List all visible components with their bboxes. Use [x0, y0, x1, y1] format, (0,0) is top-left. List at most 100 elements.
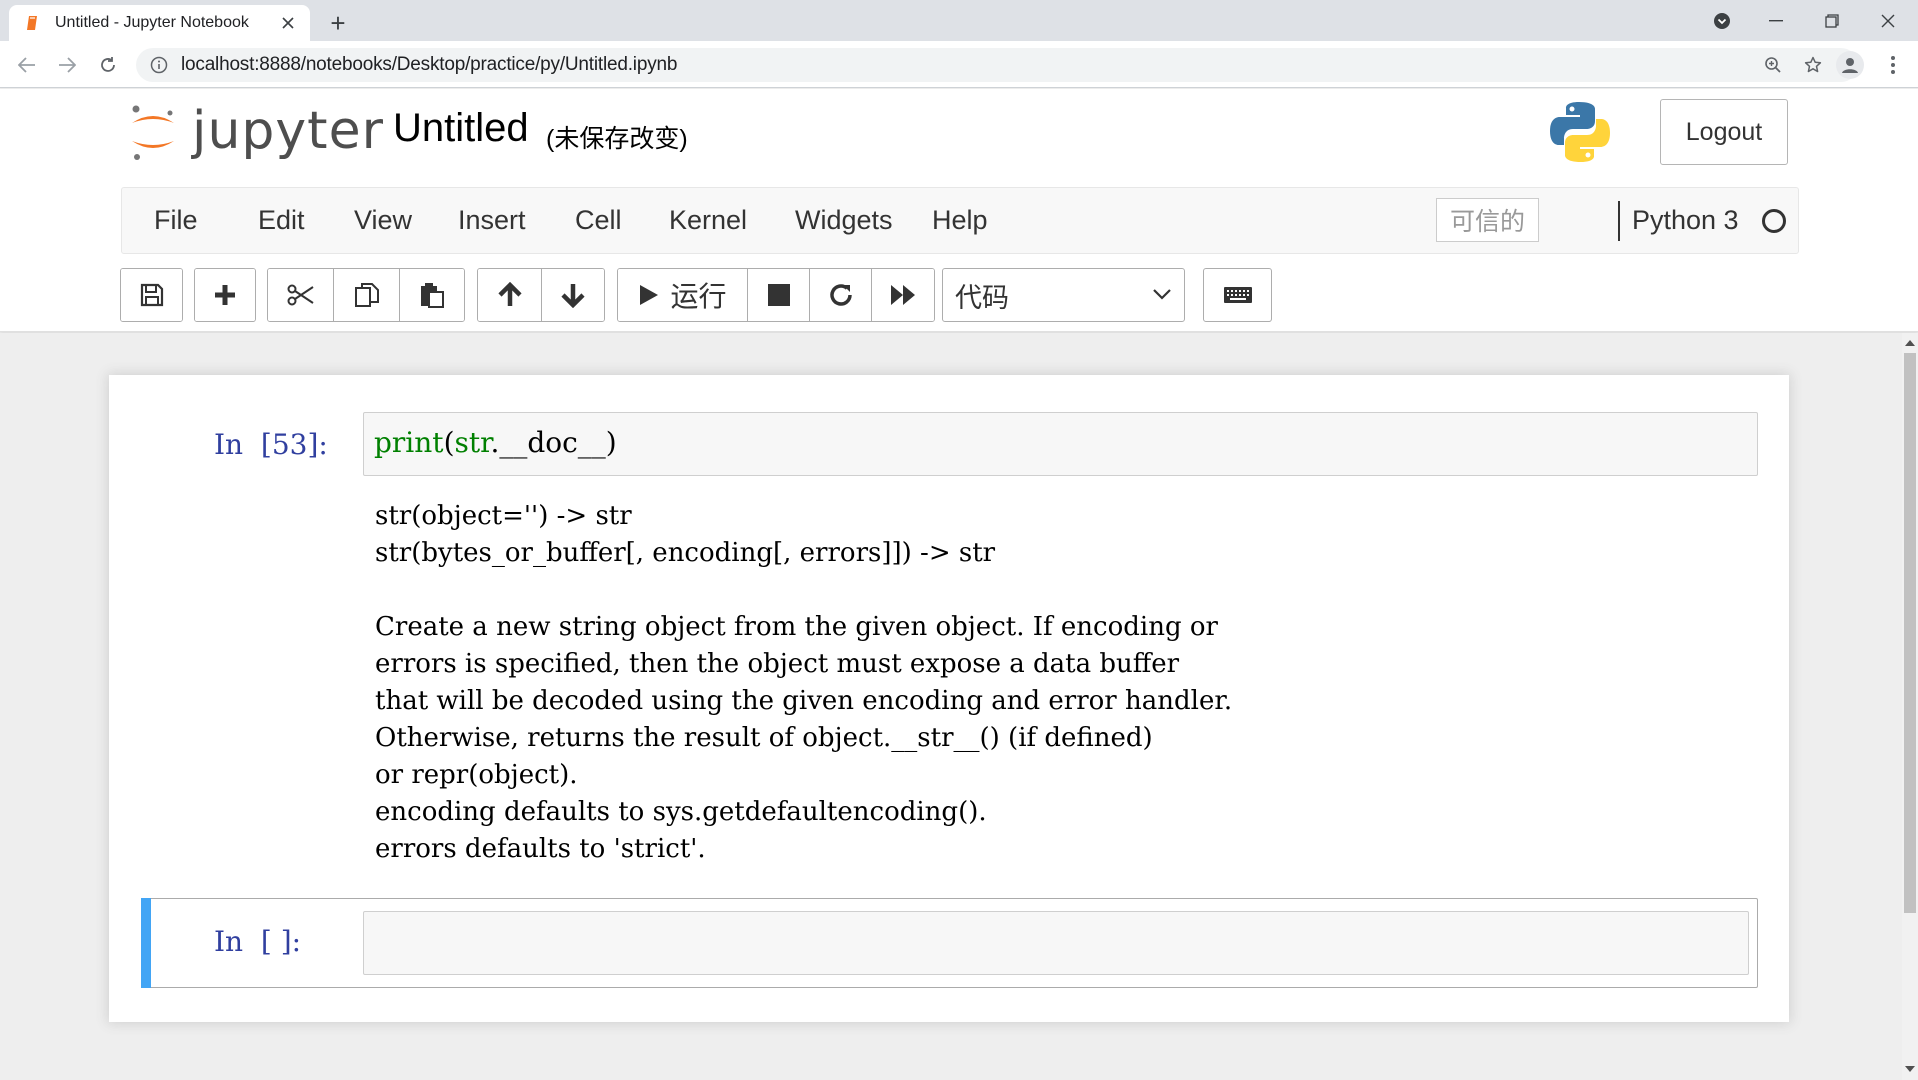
scissors-icon	[287, 284, 314, 306]
code-builtin-print: print	[374, 426, 444, 459]
tab-close-icon[interactable]	[278, 13, 298, 33]
run-all-button[interactable]	[872, 269, 934, 321]
cut-button[interactable]	[268, 269, 334, 321]
cell-type-value: 代码	[955, 282, 1009, 313]
menu-view[interactable]: View	[354, 188, 412, 253]
chevron-down-icon	[1153, 289, 1171, 300]
input-prompt: In [ ]:	[214, 925, 302, 958]
play-icon	[640, 285, 659, 305]
save-status: (未保存改变)	[546, 125, 688, 153]
forward-arrow-icon[interactable]	[52, 50, 82, 80]
interrupt-button[interactable]	[748, 269, 810, 321]
reload-icon[interactable]	[93, 50, 123, 80]
window-close-icon[interactable]	[1866, 0, 1910, 41]
output-line: Create a new string object from the give…	[375, 612, 1218, 642]
python-logo-icon	[1550, 102, 1610, 162]
browser-tab-bar: Untitled - Jupyter Notebook +	[0, 0, 1918, 41]
scroll-up-arrow-icon[interactable]	[1902, 335, 1918, 351]
jupyter-logo[interactable]: jupyter	[128, 101, 384, 161]
menu-cell[interactable]: Cell	[575, 188, 622, 253]
plus-icon	[215, 285, 235, 305]
trusted-indicator[interactable]: 可信的	[1436, 198, 1539, 242]
run-group: 运行	[617, 268, 935, 322]
kernel-idle-indicator-icon	[1762, 209, 1786, 233]
menu-edit[interactable]: Edit	[258, 188, 305, 253]
paste-icon	[421, 283, 444, 308]
copy-button[interactable]	[334, 269, 400, 321]
output-line: errors is specified, then the object mus…	[375, 649, 1180, 679]
code-paren: (	[443, 426, 455, 459]
notebook-toolbar: 运行 代码	[0, 266, 1918, 324]
keyboard-icon	[1223, 287, 1252, 303]
paste-button[interactable]	[400, 269, 464, 321]
menu-help[interactable]: Help	[932, 188, 988, 253]
new-tab-button[interactable]: +	[324, 8, 352, 38]
jupyter-logo-text: jupyter	[192, 101, 384, 161]
fast-forward-icon	[891, 285, 915, 305]
site-info-icon[interactable]	[150, 56, 168, 74]
copy-icon	[354, 283, 379, 307]
jupyter-header: jupyter Untitled (未保存改变) Logout File Edi…	[0, 89, 1918, 332]
scrollbar-thumb[interactable]	[1904, 353, 1916, 913]
move-group	[477, 268, 605, 322]
move-up-button[interactable]	[478, 269, 542, 321]
output-line: encoding defaults to sys.getdefaultencod…	[375, 797, 987, 827]
output-line: str(object='') -> str	[375, 501, 632, 531]
bookmark-star-icon[interactable]	[1796, 48, 1830, 82]
output-line: str(bytes_or_buffer[, encoding[, errors]…	[375, 538, 996, 568]
restart-icon	[829, 284, 852, 306]
code-input[interactable]: print(str.__doc__)	[363, 412, 1758, 476]
notebook-area[interactable]: In [53]: print(str.__doc__) str(object='…	[0, 333, 1902, 1080]
zoom-icon[interactable]	[1756, 48, 1790, 82]
save-group	[120, 268, 183, 322]
jupyter-logo-icon	[132, 105, 174, 160]
output-line: that will be decoded using the given enc…	[375, 686, 1233, 716]
url-omnibox[interactable]: localhost:8888/notebooks/Desktop/practic…	[136, 48, 1858, 82]
menu-kernel[interactable]: Kernel	[669, 188, 747, 253]
browser-menu-icon[interactable]	[1882, 50, 1904, 80]
page-scrollbar[interactable]	[1902, 333, 1918, 1080]
profile-avatar-icon[interactable]	[1836, 51, 1864, 79]
code-text: print(str.__doc__)	[374, 426, 617, 459]
cell-selection-bar	[141, 898, 151, 988]
logout-button[interactable]: Logout	[1660, 99, 1788, 165]
back-arrow-icon[interactable]	[12, 50, 42, 80]
minimize-icon[interactable]	[1754, 0, 1798, 41]
code-rest: .__doc__)	[490, 426, 617, 459]
cell-type-select[interactable]: 代码	[942, 268, 1185, 322]
output-line: errors defaults to 'strict'.	[375, 834, 706, 864]
output-line: Otherwise, returns the result of object.…	[375, 723, 1153, 753]
save-button[interactable]	[121, 269, 182, 321]
edit-group	[267, 268, 465, 322]
stop-icon	[767, 284, 790, 306]
arrow-down-icon	[561, 284, 585, 308]
menu-insert[interactable]: Insert	[458, 188, 526, 253]
run-button[interactable]: 运行	[618, 269, 748, 321]
url-text: localhost:8888/notebooks/Desktop/practic…	[181, 54, 678, 75]
menu-widgets[interactable]: Widgets	[795, 188, 893, 253]
code-builtin-str: str	[454, 426, 491, 459]
insert-cell-button[interactable]	[195, 269, 255, 321]
restore-icon[interactable]	[1810, 0, 1854, 41]
floppy-disk-icon	[140, 283, 163, 307]
restart-button[interactable]	[810, 269, 872, 321]
notebook-container: In [53]: print(str.__doc__) str(object='…	[109, 375, 1789, 1022]
command-palette-button[interactable]	[1203, 268, 1272, 322]
kernel-separator	[1618, 201, 1620, 241]
browser-tab[interactable]: Untitled - Jupyter Notebook	[9, 5, 310, 41]
scroll-down-arrow-icon[interactable]	[1902, 1061, 1918, 1077]
menu-file[interactable]: File	[154, 188, 198, 253]
cell-output: str(object='') -> str str(bytes_or_buffe…	[375, 498, 1232, 868]
run-label: 运行	[670, 281, 727, 312]
tab-search-icon[interactable]	[1700, 0, 1744, 41]
input-prompt: In [53]:	[214, 428, 328, 461]
kernel-name: Python 3	[1632, 205, 1739, 235]
jupyter-favicon-icon	[25, 15, 41, 31]
selected-cell[interactable]: In [ ]:	[141, 898, 1758, 988]
notebook-title[interactable]: Untitled	[393, 106, 529, 151]
code-input-empty[interactable]	[363, 911, 1749, 975]
move-down-button[interactable]	[542, 269, 604, 321]
arrow-up-icon	[497, 282, 522, 306]
tab-title: Untitled - Jupyter Notebook	[55, 14, 249, 31]
